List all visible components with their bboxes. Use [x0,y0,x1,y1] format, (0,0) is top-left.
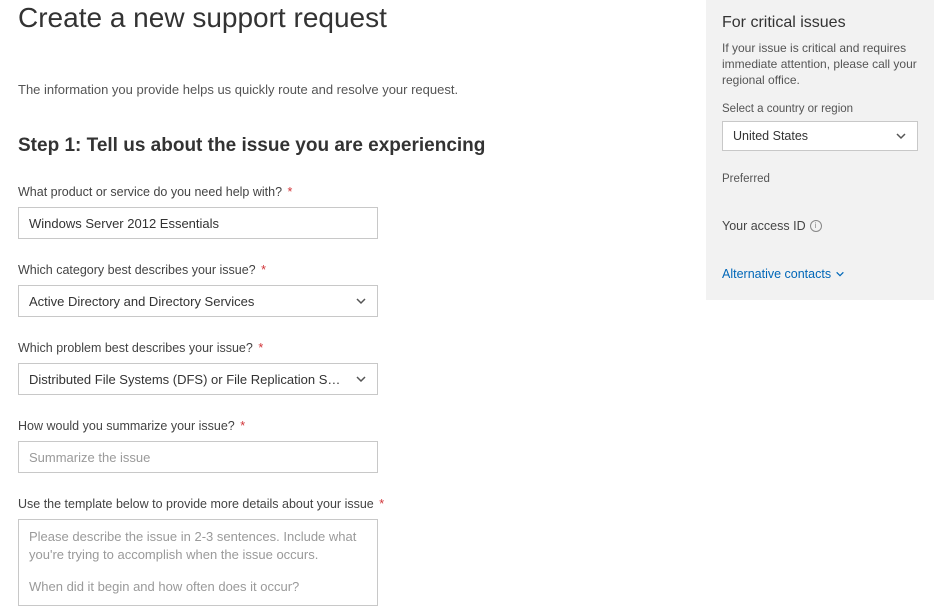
category-label-text: Which category best describes your issue… [18,263,256,277]
step-title: Step 1: Tell us about the issue you are … [18,135,686,157]
chevron-down-icon [355,295,367,307]
field-product: What product or service do you need help… [18,185,686,239]
details-placeholder-line1: Please describe the issue in 2-3 sentenc… [29,528,367,564]
product-label-text: What product or service do you need help… [18,185,282,199]
product-label: What product or service do you need help… [18,185,686,199]
details-textarea[interactable]: Please describe the issue in 2-3 sentenc… [18,519,378,606]
required-marker: * [258,341,263,355]
category-value: Active Directory and Directory Services [29,294,262,309]
required-marker: * [288,185,293,199]
chevron-down-icon [895,130,907,142]
region-section: Select a country or region United States [722,103,918,151]
details-placeholder-line2: When did it begin and how often does it … [29,578,367,596]
category-select[interactable]: Active Directory and Directory Services [18,285,378,317]
access-id-section: Your access ID i [722,219,918,233]
region-label: Select a country or region [722,103,918,115]
problem-value: Distributed File Systems (DFS) or File R… [29,372,355,387]
info-icon[interactable]: i [810,220,822,232]
problem-select[interactable]: Distributed File Systems (DFS) or File R… [18,363,378,395]
access-id-label: Your access ID [722,219,806,233]
summary-label: How would you summarize your issue? * [18,419,686,433]
preferred-section: Preferred [722,173,918,185]
details-label-text: Use the template below to provide more d… [18,497,374,511]
field-category: Which category best describes your issue… [18,263,686,317]
sidebar-title: For critical issues [722,14,918,32]
alt-contacts-label: Alternative contacts [722,267,831,281]
alternative-contacts-link[interactable]: Alternative contacts [722,267,846,281]
details-label: Use the template below to provide more d… [18,497,686,511]
region-select[interactable]: United States [722,121,918,151]
summary-label-text: How would you summarize your issue? [18,419,235,433]
region-value: United States [733,129,816,143]
page-title: Create a new support request [18,2,686,34]
chevron-down-icon [834,268,846,280]
problem-label: Which problem best describes your issue?… [18,341,686,355]
alt-contacts-section: Alternative contacts [722,267,918,281]
product-input[interactable] [18,207,378,239]
field-problem: Which problem best describes your issue?… [18,341,686,395]
problem-label-text: Which problem best describes your issue? [18,341,253,355]
sidebar-desc: If your issue is critical and requires i… [722,40,918,89]
summary-input[interactable] [18,441,378,473]
required-marker: * [379,497,384,511]
field-summary: How would you summarize your issue? * [18,419,686,473]
required-marker: * [240,419,245,433]
main-form-area: Create a new support request The informa… [0,0,706,562]
chevron-down-icon [355,373,367,385]
field-details: Use the template below to provide more d… [18,497,686,606]
intro-text: The information you provide helps us qui… [18,82,686,97]
category-label: Which category best describes your issue… [18,263,686,277]
preferred-label: Preferred [722,173,918,185]
critical-issues-sidebar: For critical issues If your issue is cri… [706,0,934,300]
required-marker: * [261,263,266,277]
